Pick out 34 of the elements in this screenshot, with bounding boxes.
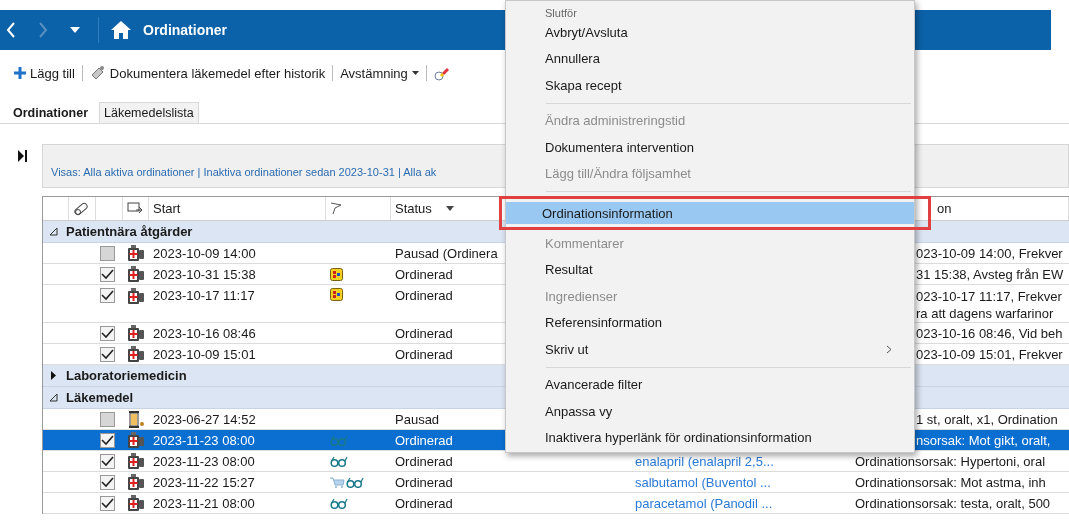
- table-cell: Ordinerad: [395, 453, 453, 469]
- table-cell: 2023-06-27 14:52: [153, 411, 256, 427]
- table-cell: 2023-10-17 11:17: [153, 288, 255, 303]
- table-cell: 2023-11-22 15:27: [153, 474, 255, 490]
- table-cell: 31 15:38, Avsteg från EW: [916, 265, 1064, 283]
- group-label: Patientnära åtgärder: [66, 224, 193, 239]
- table-cell: Pausad (Ordinera: [395, 245, 498, 261]
- table-cell: Ordinationsorsak: Mot astma, inh: [855, 473, 1046, 491]
- table-cell: Ordinerad: [395, 325, 453, 341]
- group-label: Läkemedel: [66, 390, 134, 405]
- table-cell: 2023-11-23 08:00: [153, 432, 255, 448]
- table-cell: Ordinerad: [395, 474, 453, 490]
- table-cell: Ordinationsorsak: testa, oralt, 500: [855, 494, 1051, 512]
- table-cell: 2023-10-09 15:01: [153, 346, 256, 362]
- table-cell: 023-10-16 08:46, Vid beh: [916, 324, 1063, 342]
- table-cell: 1 st, oralt, x1, Ordination: [916, 410, 1058, 428]
- table-cell: Pausad: [395, 411, 440, 427]
- group-label: Laboratoriemedicin: [66, 368, 187, 383]
- table-cell: 2023-10-16 08:46: [153, 325, 256, 341]
- table-cell: 2023-10-09 14:00: [153, 245, 256, 261]
- window-title: Ordinationer: [143, 22, 227, 38]
- table-cell: nsorsak: Mot gikt, oralt,: [916, 431, 1051, 449]
- table-cell: 023-10-09 15:01, Frekver: [916, 345, 1063, 363]
- table-cell: Ordinationsorsak: Hypertoni, oral: [855, 452, 1046, 470]
- table-cell: Ordinerad: [395, 432, 453, 448]
- table-cell: 2023-11-21 08:00: [153, 495, 255, 511]
- table-cell: 2023-10-31 15:38: [153, 266, 256, 282]
- table-cell: Ordinerad: [395, 288, 453, 303]
- table-cell: Ordinerad: [395, 495, 453, 511]
- table-cell: 023-10-17 11:17, Frekver ra att dagens warfarinor: [916, 288, 1062, 322]
- table-cell: Ordinerad: [395, 266, 453, 282]
- table-cell: 2023-11-23 08:00: [153, 453, 255, 469]
- table-cell: 023-10-09 14:00, Frekver: [916, 244, 1063, 262]
- table-cell: Ordinerad: [395, 346, 453, 362]
